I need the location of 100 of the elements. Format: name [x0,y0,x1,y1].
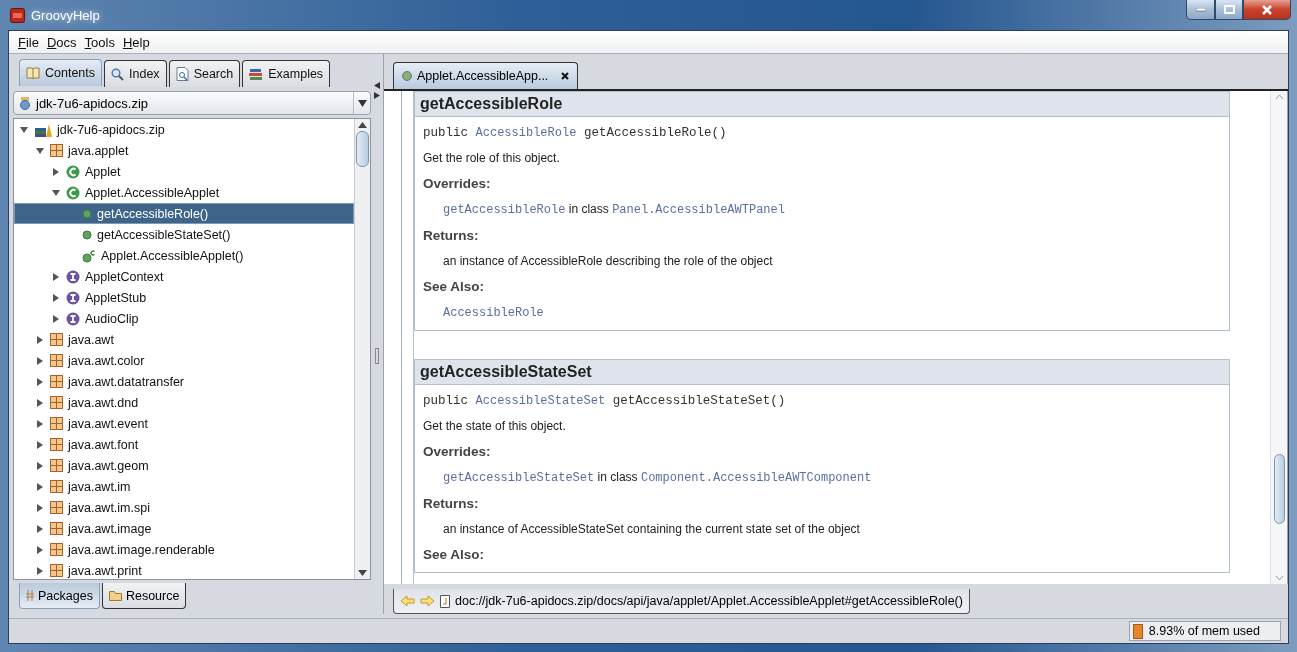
maximize-button[interactable] [1215,0,1243,20]
constructor-icon [82,248,96,263]
package-icon [50,417,63,430]
overrides-text: getAccessibleRole in class Panel.AccessibleAWTPanel [442,201,786,217]
window-title: GroovyHelp [31,7,100,23]
tree-item[interactable]: java.awt.color [14,350,354,371]
bottom-tab[interactable]: Resource [101,583,187,609]
bottom-tab[interactable]: Packages [19,583,100,609]
menu-item[interactable]: Help [122,34,150,50]
tree-item[interactable]: java.awt.im [14,476,354,497]
returns-label: Returns: [423,227,480,243]
doc-set-dropdown[interactable]: jdk-7u6-apidocs.zip [13,91,371,115]
tree-item[interactable]: Applet.AccessibleApplet() [14,245,354,266]
menu-item[interactable]: Docs [46,34,77,50]
scroll-thumb[interactable] [1273,454,1285,525]
tree-item[interactable]: java.awt.geom [14,455,354,476]
tree-item[interactable]: java.applet [14,140,354,161]
tree-item[interactable]: getAccessibleStateSet() [14,224,354,245]
tree-item[interactable]: java.awt.im.spi [14,497,354,518]
package-icon [50,438,63,451]
close-button[interactable] [1243,0,1291,20]
minimize-icon [1195,7,1206,12]
collapsed-triangle-icon[interactable] [36,503,44,512]
method-link[interactable]: getAccessibleStateSet [443,470,595,485]
page-search-icon [175,67,189,81]
minimize-button[interactable] [1186,0,1215,20]
class-link[interactable]: Component.AccessibleAWTComponent [640,470,872,485]
tree-item[interactable]: java.awt.event [14,413,354,434]
method-link[interactable]: getAccessibleRole [443,202,566,217]
collapsed-triangle-icon[interactable] [36,545,44,554]
type-link[interactable]: AccessibleRole [475,125,577,140]
tree-item[interactable]: getAccessibleRole() [14,203,354,224]
close-icon [1261,4,1273,15]
package-icon [50,354,63,367]
package-icon [50,375,63,388]
see-also-link[interactable]: AccessibleRole [443,305,544,320]
tree-item[interactable]: java.awt.datatransfer [14,371,354,392]
collapsed-triangle-icon[interactable] [52,272,60,281]
packages-icon [26,590,34,601]
package-icon [50,564,63,577]
dot-icon [82,229,92,240]
scroll-down-icon[interactable] [358,567,367,579]
folder-icon [108,590,122,601]
tree-item[interactable]: AppletStub [14,287,354,308]
package-icon [50,333,63,346]
nav-tab[interactable]: Index [104,60,167,87]
document-tab[interactable]: Applet.AccessibleApp... [393,62,579,89]
class-link[interactable]: Panel.AccessibleAWTPanel [612,202,785,217]
tree-item[interactable]: jdk-7u6-apidocs.zip [14,119,354,140]
collapsed-triangle-icon[interactable] [36,419,44,428]
expanded-triangle-icon[interactable] [20,125,28,134]
splitter-grip-icon[interactable] [375,348,379,364]
collapsed-triangle-icon[interactable] [52,314,60,323]
nav-tab[interactable]: Search [168,60,241,87]
tree-item[interactable]: Applet [14,161,354,182]
tree-item[interactable]: java.awt.image [14,518,354,539]
package-icon [50,396,63,409]
tree-item[interactable]: AppletContext [14,266,354,287]
nav-tab[interactable]: Contents [19,59,103,86]
nav-tab[interactable]: Examples [242,60,331,87]
collapsed-triangle-icon[interactable] [52,293,60,302]
type-link[interactable]: AccessibleStateSet [475,393,606,408]
collapsed-triangle-icon[interactable] [36,440,44,449]
collapsed-triangle-icon[interactable] [52,167,60,176]
menu-item[interactable]: File [18,34,39,50]
collapsed-triangle-icon[interactable] [36,461,44,470]
class-icon [66,164,80,179]
close-icon[interactable] [561,71,570,80]
method-heading: getAccessibleRole [415,90,1229,117]
returns-text: an instance of AccessibleStateSet containing the current state set of the object [442,521,861,536]
menu-item[interactable]: Tools [84,34,115,50]
overrides-text: getAccessibleStateSet in class Component.AccessibleAWTComponent [442,469,873,485]
expanded-triangle-icon[interactable] [36,146,44,155]
scroll-up-icon[interactable] [358,119,367,131]
collapsed-triangle-icon[interactable] [36,482,44,491]
tree-item[interactable]: java.awt [14,329,354,350]
tree-item[interactable]: java.awt.image.renderable [14,539,354,560]
package-icon [50,501,63,514]
method-signature: public AccessibleRole getAccessibleRole() [423,125,728,140]
package-icon [50,144,63,157]
collapsed-triangle-icon[interactable] [36,566,44,575]
scroll-thumb[interactable] [356,131,369,167]
class-icon [66,185,80,200]
collapsed-triangle-icon[interactable] [36,335,44,344]
dot-icon [82,208,92,219]
tree-item[interactable]: Applet.AccessibleApplet [14,182,354,203]
tree-item[interactable]: AudioClip [14,308,354,329]
see-also-label: See Also: [423,278,486,294]
returns-text: an instance of AccessibleRole describing the role of the object [442,253,774,268]
overrides-label: Overrides: [423,443,492,459]
collapsed-triangle-icon[interactable] [36,377,44,386]
splitter-arrows-icon[interactable] [374,82,380,100]
collapsed-triangle-icon[interactable] [36,356,44,365]
collapsed-triangle-icon[interactable] [36,398,44,407]
collapsed-triangle-icon[interactable] [36,524,44,533]
tree-item[interactable]: java.awt.print [14,560,354,579]
expanded-triangle-icon[interactable] [52,188,60,197]
tree-item[interactable]: java.awt.dnd [14,392,354,413]
tree-item[interactable]: java.awt.font [14,434,354,455]
globe-icon [402,70,412,81]
